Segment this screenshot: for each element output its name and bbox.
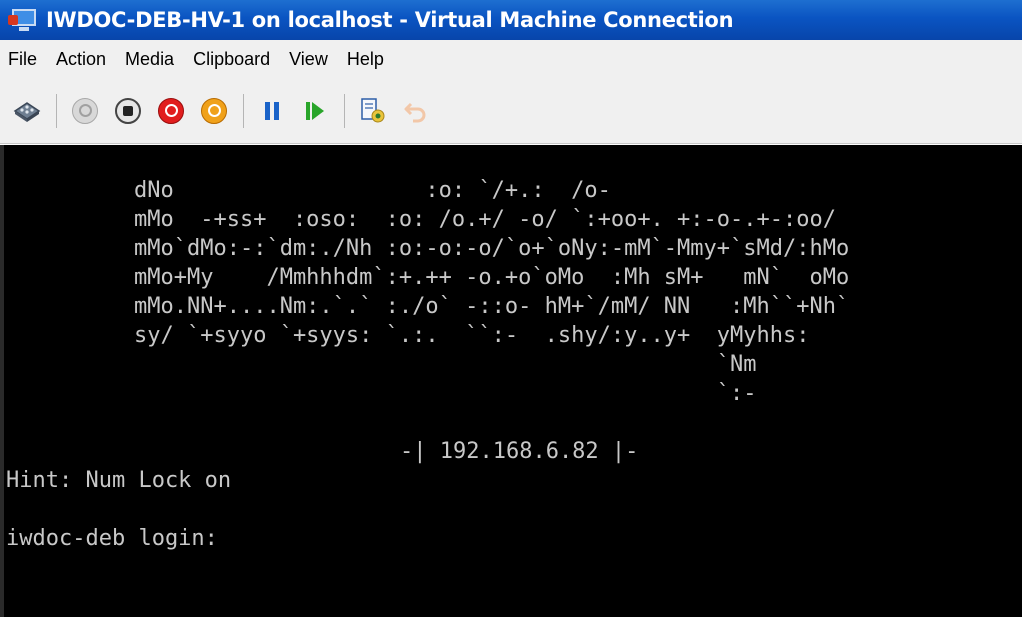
ip-address-line: -| 192.168.6.82 |- bbox=[400, 439, 639, 464]
vm-connection-icon[interactable] bbox=[8, 7, 40, 33]
menu-action[interactable]: Action bbox=[56, 49, 106, 70]
snapshot-button[interactable] bbox=[356, 94, 390, 128]
banner-line: mMo -+ss+ :oso: :o: /o.+/ -o/ `:+oo+. +:… bbox=[134, 207, 836, 232]
toolbar-separator bbox=[56, 93, 57, 128]
shutdown-icon bbox=[158, 97, 184, 124]
menu-view[interactable]: View bbox=[289, 49, 328, 70]
login-prompt[interactable]: iwdoc-deb login: bbox=[6, 524, 218, 553]
toolbar bbox=[0, 78, 1022, 144]
menu-bar: File Action Media Clipboard View Help bbox=[0, 40, 1022, 78]
banner-line: dNo :o: `/+.: /o- bbox=[134, 178, 611, 203]
shut-down-button[interactable] bbox=[154, 94, 188, 128]
toolbar-separator bbox=[344, 93, 345, 128]
banner-line: `Nm bbox=[134, 352, 757, 377]
snapshot-icon bbox=[361, 97, 385, 122]
keyboard-icon bbox=[13, 101, 41, 122]
revert-button[interactable] bbox=[399, 94, 433, 128]
banner-line: sy/ `+syyo `+syys: `.:. ``:- .shy/:y..y+… bbox=[134, 323, 810, 348]
reset-button[interactable] bbox=[298, 94, 332, 128]
stop-icon bbox=[115, 97, 141, 124]
banner-line: mMo+My /Mmhhhdm`:+.++ -o.+o`oMo :Mh sM+ … bbox=[134, 265, 850, 290]
revert-icon bbox=[404, 102, 426, 122]
hint-line: Hint: Num Lock on bbox=[6, 468, 232, 493]
ctrl-alt-del-button[interactable] bbox=[10, 94, 44, 128]
menu-media[interactable]: Media bbox=[125, 49, 174, 70]
start-icon bbox=[72, 97, 98, 124]
start-button[interactable] bbox=[68, 94, 102, 128]
menu-help[interactable]: Help bbox=[347, 49, 384, 70]
turn-off-button[interactable] bbox=[111, 94, 145, 128]
banner-line: `:- bbox=[134, 381, 757, 406]
menu-clipboard[interactable]: Clipboard bbox=[193, 49, 270, 70]
save-icon bbox=[201, 97, 227, 124]
vm-console[interactable]: dNo :o: `/+.: /o- mMo -+ss+ :oso: :o: /o… bbox=[0, 145, 1022, 617]
pause-button[interactable] bbox=[255, 94, 289, 128]
menu-file[interactable]: File bbox=[8, 49, 37, 70]
pause-icon bbox=[265, 101, 279, 120]
reset-icon bbox=[306, 101, 324, 120]
banner-line: mMo.NN+....Nm:.`.` :./o` -::o- hM+`/mM/ … bbox=[134, 294, 850, 319]
save-button[interactable] bbox=[197, 94, 231, 128]
banner-line: mMo`dMo:-:`dm:./Nh :o:-o:-o/`o+`oNy:-mM`… bbox=[134, 236, 850, 261]
window-title: IWDOC-DEB-HV-1 on localhost - Virtual Ma… bbox=[46, 8, 734, 32]
toolbar-separator bbox=[243, 93, 244, 128]
title-bar: IWDOC-DEB-HV-1 on localhost - Virtual Ma… bbox=[0, 0, 1022, 40]
